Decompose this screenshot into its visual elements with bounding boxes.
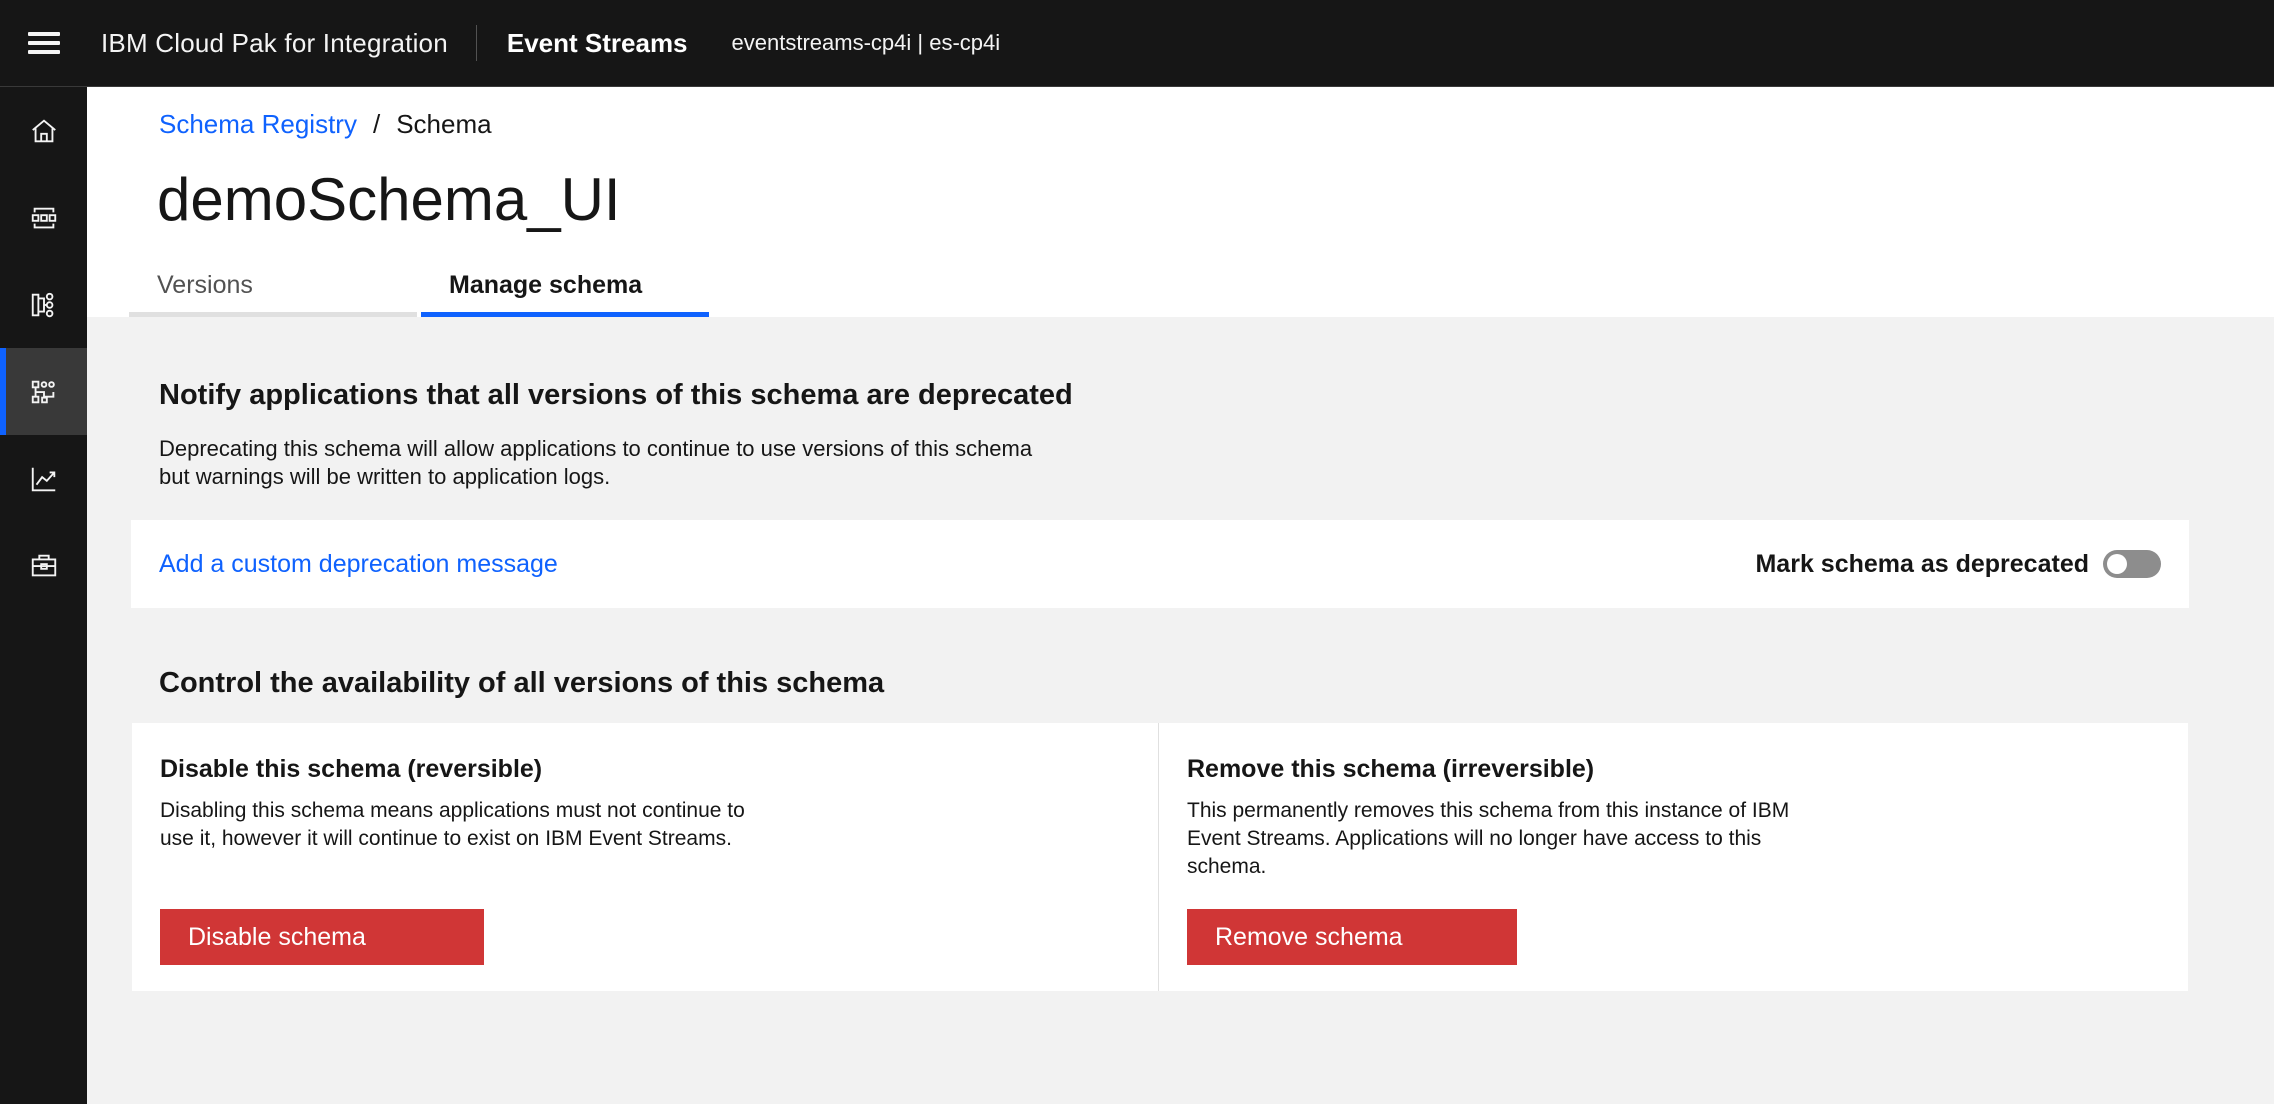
top-header: IBM Cloud Pak for Integration Event Stre… — [0, 0, 2274, 87]
remove-schema-card: Remove this schema (irreversible) This p… — [1159, 723, 2188, 991]
sidebar-item-home[interactable] — [0, 87, 87, 174]
app-name[interactable]: Event Streams — [477, 28, 732, 59]
monitoring-icon — [31, 467, 55, 491]
deprecate-toggle-group: Mark schema as deprecated — [1755, 550, 2161, 579]
availability-cards: Disable this schema (reversible) Disabli… — [132, 723, 2188, 991]
breadcrumb-schema-registry-link[interactable]: Schema Registry — [159, 109, 357, 140]
disable-schema-description: Disabling this schema means applications… — [160, 799, 745, 850]
toolbox-icon — [31, 554, 56, 576]
disable-schema-title: Disable this schema (reversible) — [160, 755, 543, 783]
sidebar-item-topics[interactable] — [0, 174, 87, 261]
page-title: demoSchema_UI — [157, 166, 621, 233]
deprecation-section-title: Notify applications that all versions of… — [159, 379, 1073, 411]
home-icon — [31, 118, 56, 142]
deprecate-toggle-label: Mark schema as deprecated — [1755, 549, 2089, 578]
availability-section-title: Control the availability of all versions… — [159, 667, 885, 699]
breadcrumb: Schema Registry / Schema — [159, 109, 492, 140]
breadcrumb-separator: / — [372, 109, 381, 139]
sidebar-item-toolbox[interactable] — [0, 522, 87, 609]
breadcrumb-current: Schema — [396, 109, 492, 139]
custom-deprecation-message-link[interactable]: Add a custom deprecation message — [159, 550, 558, 579]
disable-schema-button[interactable]: Disable schema — [160, 909, 484, 965]
consumer-groups-icon — [31, 292, 53, 317]
product-name[interactable]: IBM Cloud Pak for Integration — [87, 28, 476, 59]
remove-schema-title: Remove this schema (irreversible) — [1187, 755, 1595, 783]
disable-schema-card: Disable this schema (reversible) Disabli… — [132, 723, 1159, 991]
hamburger-menu-icon[interactable] — [0, 0, 87, 87]
deprecate-toggle[interactable] — [2103, 550, 2161, 578]
page-header: Schema Registry / Schema demoSchema_UI V… — [87, 87, 2274, 317]
deprecation-tile: Add a custom deprecation message Mark sc… — [131, 520, 2189, 608]
remove-schema-description: This permanently removes this schema fro… — [1187, 799, 1790, 878]
tab-manage-schema[interactable]: Manage schema — [421, 259, 709, 317]
instance-name: eventstreams-cp4i | es-cp4i — [731, 30, 1001, 55]
tab-list: Versions Manage schema — [129, 259, 709, 317]
sidebar-item-schema-registry[interactable] — [0, 348, 87, 435]
sidebar-item-monitoring[interactable] — [0, 435, 87, 522]
tab-versions[interactable]: Versions — [129, 259, 417, 317]
topics-icon — [31, 207, 56, 228]
sidebar-item-consumer-groups[interactable] — [0, 261, 87, 348]
remove-schema-button[interactable]: Remove schema — [1187, 909, 1517, 965]
side-nav — [0, 87, 87, 1104]
deprecation-description: Deprecating this schema will allow appli… — [159, 436, 1033, 489]
main-content: Schema Registry / Schema demoSchema_UI V… — [87, 87, 2274, 1104]
schema-registry-icon — [31, 380, 55, 403]
